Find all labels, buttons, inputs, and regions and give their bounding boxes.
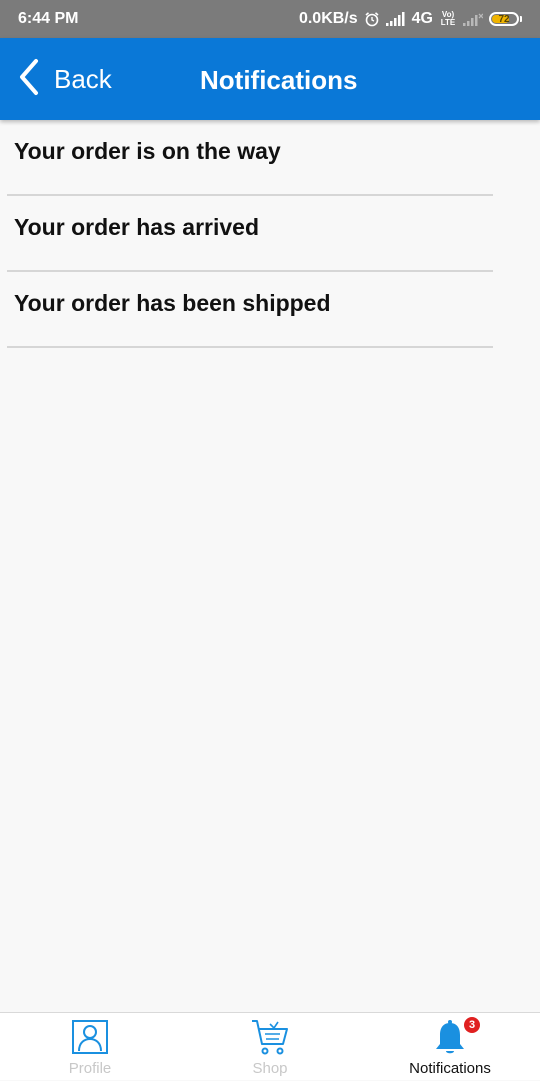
back-label: Back [54, 63, 112, 94]
status-right-group: 0.0KB/s 4G Vo) LTE 72 [299, 10, 522, 28]
notification-list: Your order is on the way Your order has … [0, 120, 540, 348]
status-time: 6:44 PM [18, 10, 79, 27]
app-header: Back Notifications [0, 38, 540, 120]
tab-label: Shop [252, 1060, 288, 1077]
network-type: 4G [411, 10, 433, 27]
tab-shop[interactable]: Shop [180, 1013, 360, 1081]
cart-icon [250, 1018, 290, 1058]
page-title: Notifications [200, 65, 358, 95]
tab-notifications[interactable]: 3 Notifications [360, 1013, 540, 1081]
network-speed: 0.0KB/s [298, 10, 358, 27]
notification-badge: 3 [464, 1017, 480, 1033]
divider [7, 346, 493, 348]
signal-weak-icon [463, 12, 483, 26]
alarm-icon [364, 11, 380, 27]
signal-icon [385, 12, 406, 26]
battery-level: 72 [498, 13, 510, 25]
battery-icon: 72 [489, 12, 522, 26]
notification-item[interactable]: Your order is on the way [0, 120, 540, 196]
chevron-left-icon [18, 58, 40, 101]
status-bar: 6:44 PM 0.0KB/s 4G Vo) LTE 72 [0, 0, 540, 38]
tab-label: Profile [68, 1060, 112, 1077]
volte-indicator: Vo) LTE [439, 11, 457, 27]
bottom-nav: Profile Shop 3 Notifications [0, 1012, 540, 1080]
profile-icon [70, 1018, 110, 1058]
back-button[interactable]: Back [18, 58, 112, 100]
notification-text: Your order is on the way [14, 138, 281, 164]
tab-label: Notifications [409, 1060, 491, 1077]
volte-bottom: LTE [440, 18, 456, 27]
tab-profile[interactable]: Profile [0, 1013, 180, 1081]
notification-text: Your order has been shipped [14, 290, 331, 316]
battery-body: 72 [489, 12, 519, 26]
notification-item[interactable]: Your order has arrived [0, 196, 540, 272]
battery-tip [520, 16, 522, 22]
notification-item[interactable]: Your order has been shipped [0, 272, 540, 348]
notification-text: Your order has arrived [14, 214, 259, 240]
